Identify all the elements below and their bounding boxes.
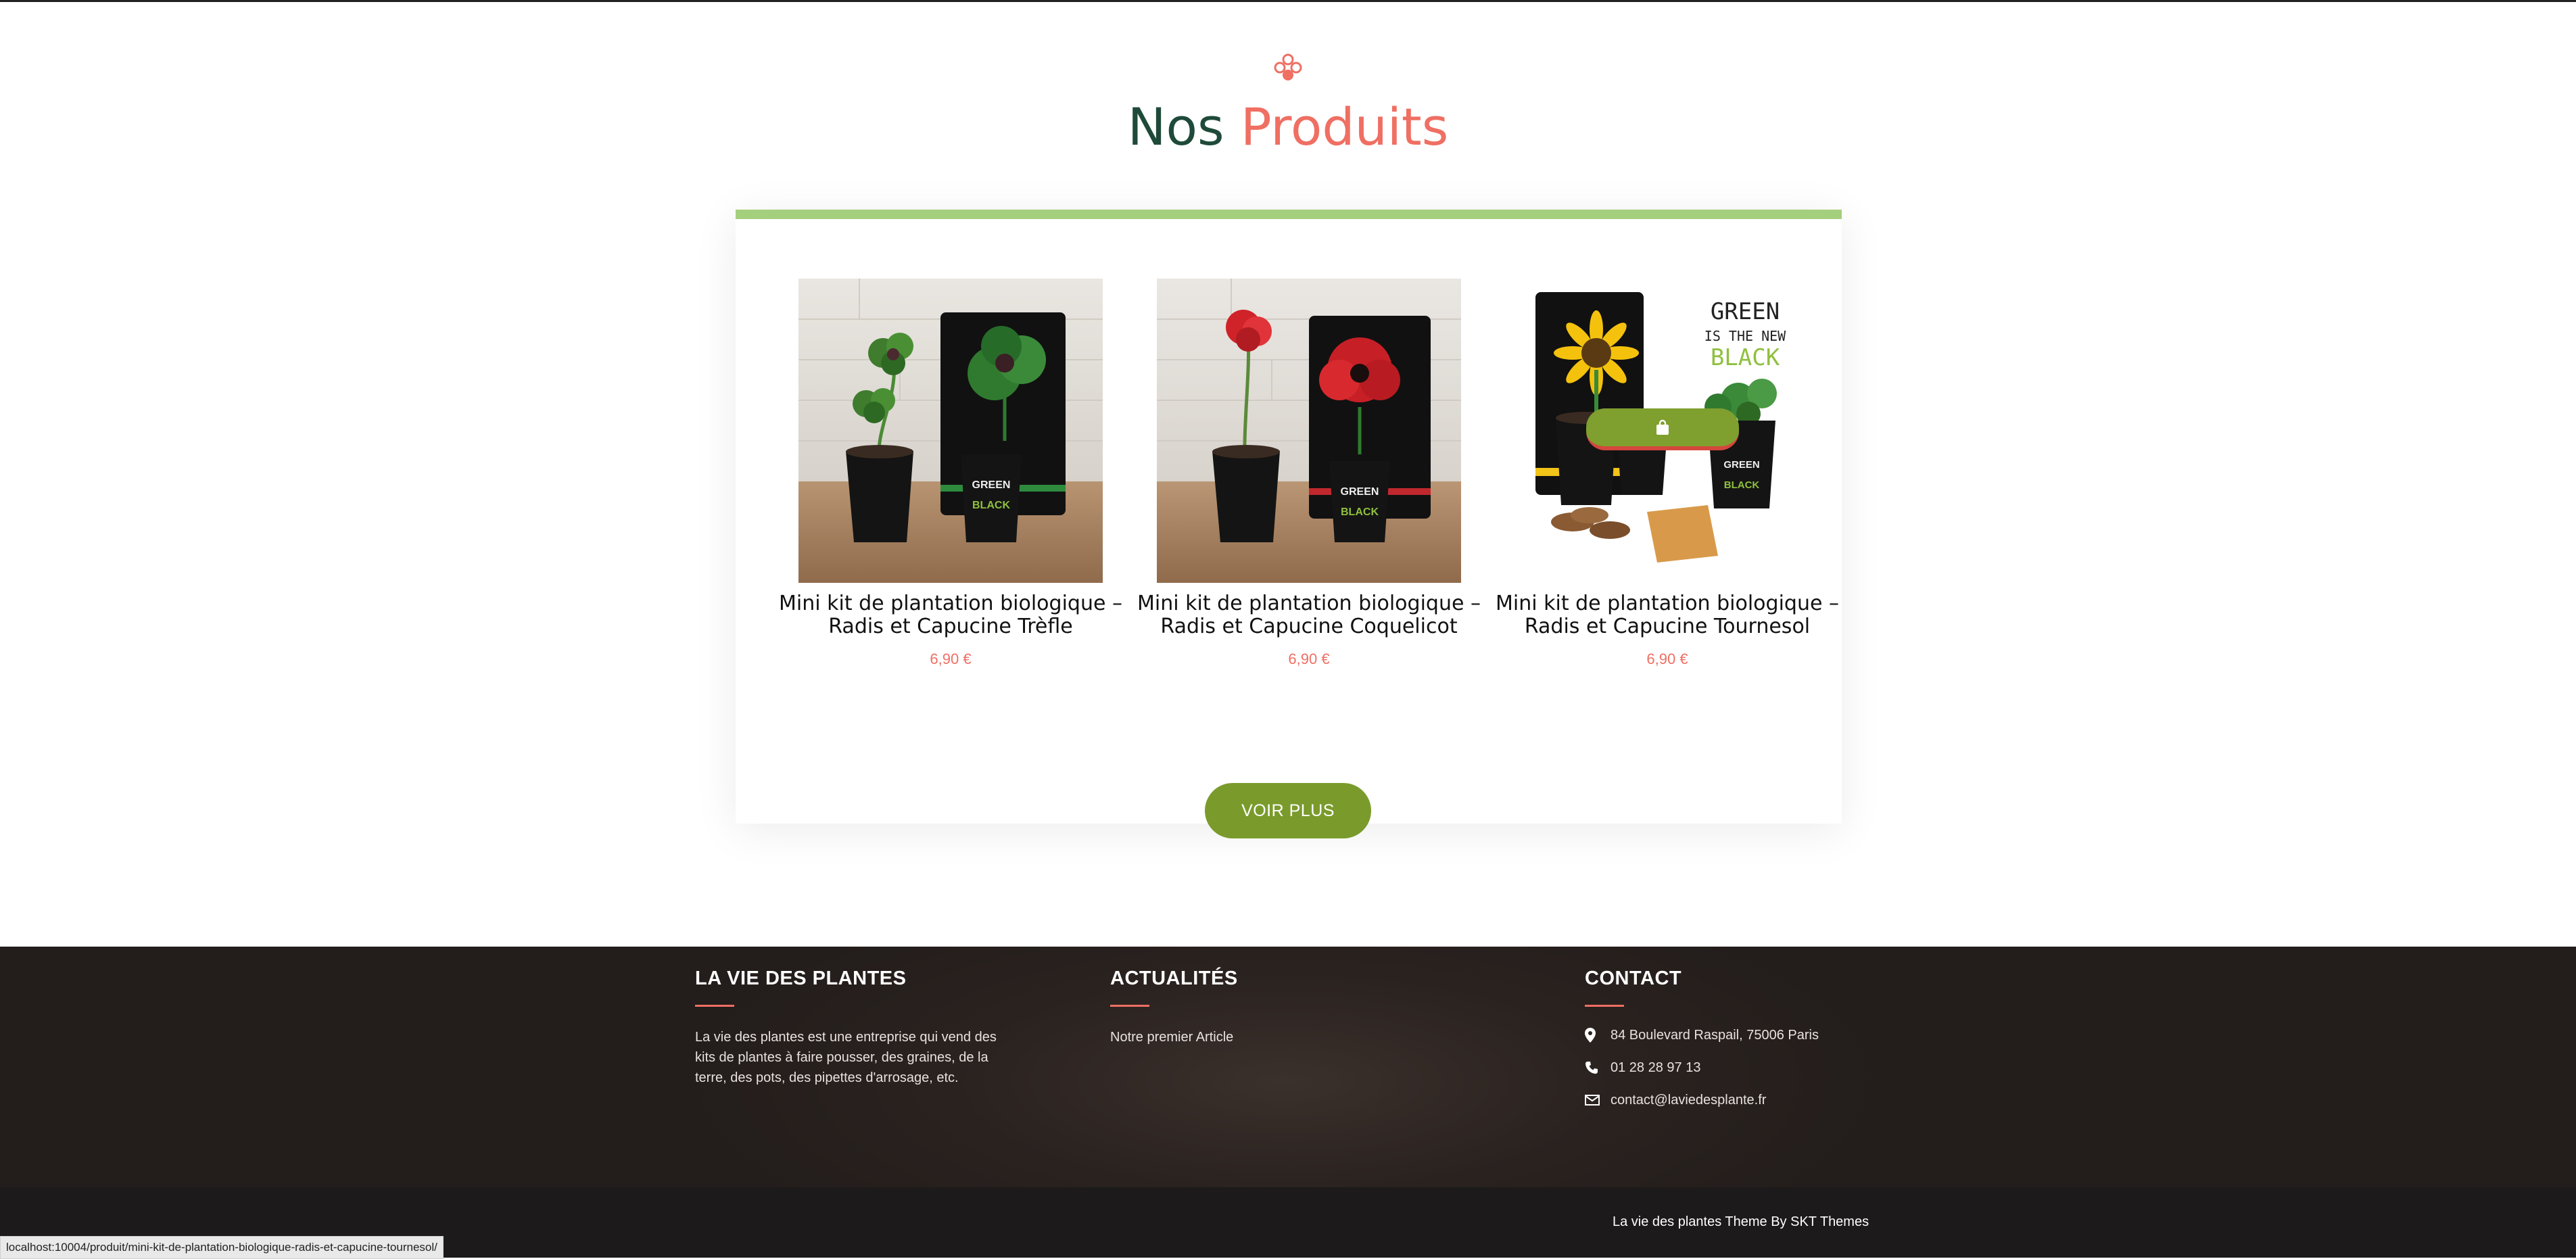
footer-contact-heading: CONTACT	[1585, 968, 1682, 989]
contact-phone-text: 01 28 28 97 13	[1611, 1060, 1701, 1075]
heading-underline	[695, 1005, 734, 1007]
title-part-main: Nos	[1127, 97, 1224, 157]
footer-contact: CONTACT 84 Boulevard Raspail, 75006 Pari…	[1585, 967, 1936, 1116]
product-image[interactable]: GREEN BLACK	[1157, 279, 1461, 583]
top-border	[0, 0, 2576, 2]
title-part-accent: Produits	[1240, 97, 1449, 157]
contact-email: contact@laviedesplante.fr	[1585, 1084, 1936, 1116]
pot-text: GREEN	[972, 479, 1011, 491]
brand-text: IS THE NEW	[1704, 328, 1786, 344]
voir-plus-button[interactable]: VOIR PLUS	[1205, 783, 1371, 838]
flower-ornament-icon	[1274, 53, 1302, 80]
footer-news-link[interactable]: Notre premier Article	[1110, 1027, 1381, 1047]
clover-plant-image: GREEN BLACK	[798, 279, 1103, 583]
envelope-icon	[1585, 1095, 1611, 1106]
product-title[interactable]: Mini kit de plantation biologique – Radi…	[1120, 592, 1498, 638]
footer-about-text: La vie des plantes est une entreprise qu…	[695, 1030, 997, 1085]
pot-text: GREEN	[1723, 459, 1759, 471]
pot-text-accent: BLACK	[972, 500, 1010, 511]
pot-text-accent: BLACK	[1341, 506, 1379, 518]
shopping-bag-icon	[1656, 419, 1669, 435]
products-card: GREEN BLACK Mini kit de plantation biolo…	[736, 210, 1842, 824]
contact-address-text: 84 Boulevard Raspail, 75006 Paris	[1611, 1027, 1819, 1043]
heading-underline	[1110, 1005, 1149, 1007]
pot-text-accent: BLACK	[1724, 479, 1760, 491]
contact-phone: 01 28 28 97 13	[1585, 1051, 1936, 1084]
brand-text-accent: BLACK	[1711, 344, 1780, 371]
product-card-trefle[interactable]: GREEN BLACK Mini kit de plantation biolo…	[761, 279, 1140, 668]
footer-about: LA VIE DES PLANTES La vie des plantes es…	[695, 967, 999, 1088]
brand-text: GREEN	[1711, 298, 1780, 325]
contact-email-text[interactable]: contact@laviedesplante.fr	[1611, 1093, 1766, 1108]
footer-news-heading: ACTUALITÉS	[1110, 968, 1238, 989]
footer: LA VIE DES PLANTES La vie des plantes es…	[0, 947, 2576, 1187]
product-price: 6,90 €	[1288, 650, 1330, 667]
product-price: 6,90 €	[1646, 650, 1688, 667]
product-image[interactable]: GREEN BLACK	[798, 279, 1103, 583]
product-image[interactable]: GREEN IS THE NEW BLACK GREEN BLACK	[1515, 279, 1819, 583]
product-card-coquelicot[interactable]: GREEN BLACK Mini kit de plantation biolo…	[1120, 279, 1498, 668]
browser-status-url: localhost:10004/produit/mini-kit-de-plan…	[0, 1236, 444, 1259]
phone-icon	[1585, 1061, 1611, 1074]
page-title: Nos Produits	[0, 93, 2576, 161]
footer-credits[interactable]: La vie des plantes Theme By SKT Themes	[1613, 1214, 1869, 1230]
product-title[interactable]: Mini kit de plantation biologique – Radi…	[761, 592, 1140, 638]
footer-news: ACTUALITÉS Notre premier Article	[1110, 967, 1381, 1047]
product-card-tournesol[interactable]: GREEN IS THE NEW BLACK GREEN BLACK Mini …	[1478, 279, 1857, 668]
pot-text: GREEN	[1341, 486, 1379, 498]
add-to-cart-button[interactable]	[1586, 408, 1739, 450]
footer-about-heading: LA VIE DES PLANTES	[695, 968, 907, 989]
contact-address: 84 Boulevard Raspail, 75006 Paris	[1585, 1019, 1936, 1051]
heading-underline	[1585, 1005, 1624, 1007]
map-marker-icon	[1585, 1028, 1611, 1043]
poppy-plant-image: GREEN BLACK	[1157, 279, 1461, 583]
product-title[interactable]: Mini kit de plantation biologique – Radi…	[1478, 592, 1857, 638]
product-price: 6,90 €	[930, 650, 972, 667]
